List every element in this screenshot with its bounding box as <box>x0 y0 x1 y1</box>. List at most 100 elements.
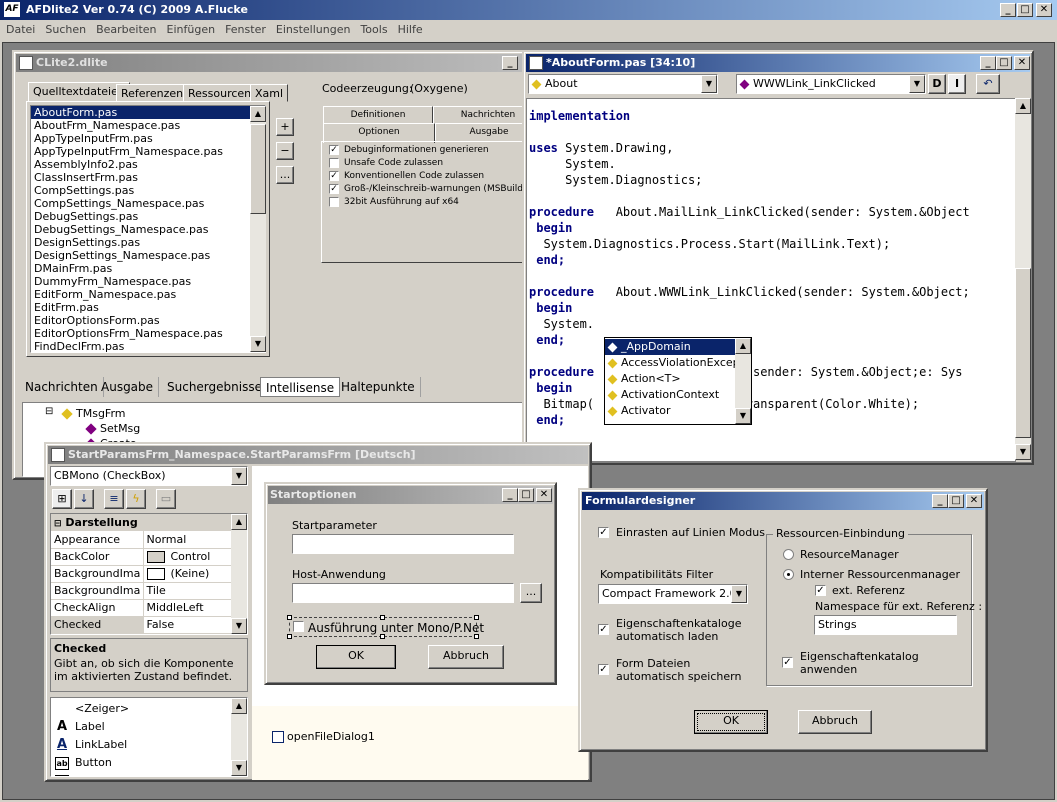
internal-rm-radio[interactable] <box>783 569 794 580</box>
file-list-item[interactable]: EditForm_Namespace.pas <box>31 288 251 301</box>
file-list-item[interactable]: EditorOptionsForm.pas <box>31 314 251 327</box>
start-param-input[interactable] <box>292 534 514 554</box>
file-list-item[interactable]: AppTypeInputFrm.pas <box>31 132 251 145</box>
host-app-input[interactable] <box>292 583 514 603</box>
property-value[interactable]: Control <box>143 548 231 566</box>
tab-optionen[interactable]: Optionen <box>323 123 435 143</box>
categorized-icon[interactable]: ⊞ <box>52 489 72 509</box>
editor-close-button[interactable]: ✕ <box>1014 56 1030 70</box>
bottom-tab-intellisense[interactable]: Intellisense <box>260 377 341 397</box>
bottom-tab-haltepunkte[interactable]: Haltepunkte <box>336 377 421 397</box>
tab-referenzen[interactable]: Referenzen <box>116 84 189 102</box>
sort-az-icon[interactable]: ↓ <box>74 489 94 509</box>
file-list-item[interactable]: DebugSettings_Namespace.pas <box>31 223 251 236</box>
file-list-item[interactable]: AppTypeInputFrm_Namespace.pas <box>31 145 251 158</box>
property-row[interactable]: BackgroundIma Tile <box>51 582 231 600</box>
toolbox-item[interactable]: <Zeiger> <box>51 700 231 718</box>
chevron-down-icon[interactable]: ▼ <box>909 75 925 93</box>
tab-definitionen[interactable]: Definitionen <box>323 106 433 124</box>
component-combo[interactable]: CBMono (CheckBox) ▼ <box>50 466 248 486</box>
compat-combo[interactable]: Compact Framework 2.0 ▼ <box>598 584 748 604</box>
file-list[interactable]: AboutForm.pas AboutFrm_Namespace.pas AppTy… <box>30 105 266 353</box>
property-value[interactable]: (Keine) <box>143 565 231 583</box>
startoptionen-maximize-button[interactable]: □ <box>518 488 534 502</box>
option-checkbox[interactable]: ✓ <box>329 145 339 155</box>
file-options-button[interactable]: ... <box>276 166 294 184</box>
menu-item-hilfe[interactable]: Hilfe <box>398 23 423 36</box>
property-value[interactable]: MiddleLeft <box>143 599 231 617</box>
toolbox-item[interactable]: A Label <box>51 718 231 736</box>
designer-ok-button[interactable]: OK <box>694 710 768 734</box>
property-row[interactable]: CheckAlign MiddleLeft <box>51 599 231 617</box>
bottom-tab-suchergebnisse[interactable]: Suchergebnisse <box>162 377 268 397</box>
file-list-item[interactable]: AboutFrm_Namespace.pas <box>31 119 251 132</box>
completion-item[interactable]: Action<T> <box>605 371 735 387</box>
menu-item-tools[interactable]: Tools <box>360 23 387 36</box>
file-list-item[interactable]: AboutForm.pas <box>31 106 251 119</box>
events-icon[interactable]: ϟ <box>126 489 146 509</box>
tree-node-tmsgfrm[interactable]: TMsgFrm <box>76 407 126 420</box>
file-list-item[interactable]: EditorOptionsFrm_Namespace.pas <box>31 327 251 340</box>
file-list-item[interactable]: AssemblyInfo2.pas <box>31 158 251 171</box>
property-row[interactable]: Checked False <box>51 616 231 634</box>
startoptionen-minimize-button[interactable]: _ <box>502 488 518 502</box>
editor-minimize-button[interactable]: _ <box>980 56 996 70</box>
app-minimize-button[interactable]: _ <box>1000 3 1016 17</box>
tab-xaml[interactable]: Xaml <box>250 84 289 102</box>
property-pages-icon[interactable]: ▭ <box>156 489 176 509</box>
bottom-tab-nachrichten[interactable]: Nachrichten <box>20 377 104 397</box>
editor-maximize-button[interactable]: □ <box>996 56 1012 70</box>
startopt-cancel-button[interactable]: Abbruch <box>428 645 504 669</box>
extref-checkbox[interactable]: ✓ <box>815 585 826 596</box>
browse-host-button[interactable]: ... <box>520 583 542 603</box>
remove-file-button[interactable]: − <box>276 142 294 160</box>
property-row[interactable]: BackgroundIma (Keine) <box>51 565 231 583</box>
property-value[interactable]: Normal <box>143 531 231 549</box>
option-checkbox[interactable]: ✓ <box>329 171 339 181</box>
chevron-down-icon[interactable]: ▼ <box>701 75 717 93</box>
file-list-item[interactable]: ClassInsertFrm.pas <box>31 171 251 184</box>
method-combo[interactable]: WWWLink_LinkClicked ▼ <box>736 74 926 94</box>
add-file-button[interactable]: + <box>276 118 294 136</box>
property-grid[interactable]: ⊟ Darstellung Appearance Normal BackColor C… <box>50 513 248 635</box>
completion-item[interactable]: ActivationContext <box>605 387 735 403</box>
designer-maximize-button[interactable]: □ <box>948 494 964 508</box>
file-list-item[interactable]: DesignSettings.pas <box>31 236 251 249</box>
toolbox-item[interactable]: ab Button <box>51 754 231 772</box>
chevron-down-icon[interactable]: ▼ <box>231 467 247 485</box>
file-list-item[interactable]: DesignSettings_Namespace.pas <box>31 249 251 262</box>
property-value[interactable]: Tile <box>143 582 231 600</box>
project-minimize-button[interactable]: _ <box>502 56 518 70</box>
mono-checkbox[interactable] <box>293 621 304 632</box>
completion-popup[interactable]: _AppDomain AccessViolationException Action… <box>604 337 752 425</box>
resourcemanager-radio[interactable] <box>783 549 794 560</box>
startoptionen-close-button[interactable]: ✕ <box>536 488 552 502</box>
code-scrollbar[interactable]: ▲ ▼ <box>1015 98 1031 460</box>
menu-item-suchen[interactable]: Suchen <box>45 23 86 36</box>
completion-item[interactable]: Activator <box>605 403 735 419</box>
file-list-scrollbar[interactable]: ▲ ▼ <box>250 106 266 352</box>
apply-catalog-checkbox[interactable]: ✓ <box>782 657 793 668</box>
menu-item-datei[interactable]: Datei <box>6 23 35 36</box>
toolbox[interactable]: <Zeiger>ALabelALinkLabelabButtonab|TextB… <box>50 697 248 777</box>
option-checkbox[interactable] <box>329 158 339 168</box>
autosave-checkbox[interactable]: ✓ <box>598 664 609 675</box>
file-list-item[interactable]: DummyFrm_Namespace.pas <box>31 275 251 288</box>
snap-checkbox[interactable]: ✓ <box>598 527 609 538</box>
menu-item-bearbeiten[interactable]: Bearbeiten <box>96 23 156 36</box>
bottom-tab-ausgabe[interactable]: Ausgabe <box>96 377 160 397</box>
property-row[interactable]: Appearance Normal <box>51 531 231 549</box>
file-list-item[interactable]: EditFrm.pas <box>31 301 251 314</box>
toolbox-item[interactable]: ab|TextBox <box>51 772 231 776</box>
file-list-item[interactable]: CompSettings.pas <box>31 184 251 197</box>
class-combo[interactable]: About ▼ <box>528 74 718 94</box>
tab-ressourcen[interactable]: Ressourcen <box>183 84 257 102</box>
startopt-ok-button[interactable]: OK <box>316 645 396 669</box>
option-checkbox[interactable]: ✓ <box>329 184 339 194</box>
file-list-item[interactable]: DMainFrm.pas <box>31 262 251 275</box>
declaration-button[interactable]: D <box>928 74 946 94</box>
completion-item[interactable]: AccessViolationException <box>605 355 751 371</box>
toolbox-item[interactable]: A LinkLabel <box>51 736 231 754</box>
back-arrow-icon[interactable]: ↶ <box>976 74 1000 94</box>
menu-item-einfügen[interactable]: Einfügen <box>167 23 216 36</box>
